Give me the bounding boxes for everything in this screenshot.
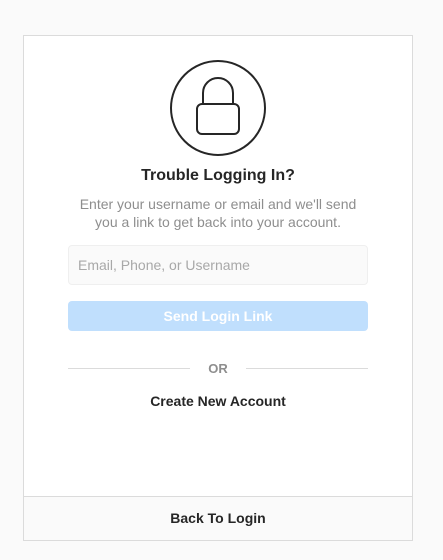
or-divider: OR	[68, 360, 368, 376]
instructions-text: Enter your username or email and we'll s…	[79, 196, 357, 230]
divider-line-left	[68, 367, 191, 369]
identifier-field-wrapper	[68, 245, 368, 285]
reset-password-card: Trouble Logging In? Enter your username …	[23, 35, 413, 541]
page-title: Trouble Logging In?	[141, 167, 295, 184]
back-to-login-link[interactable]: Back To Login	[24, 496, 412, 540]
lock-icon	[170, 60, 266, 156]
identifier-input[interactable]	[69, 246, 367, 284]
divider-line-right	[245, 367, 368, 369]
send-login-link-button[interactable]: Send Login Link	[68, 301, 368, 331]
create-new-account-link[interactable]: Create New Account	[24, 393, 412, 409]
or-label: OR	[208, 360, 228, 376]
